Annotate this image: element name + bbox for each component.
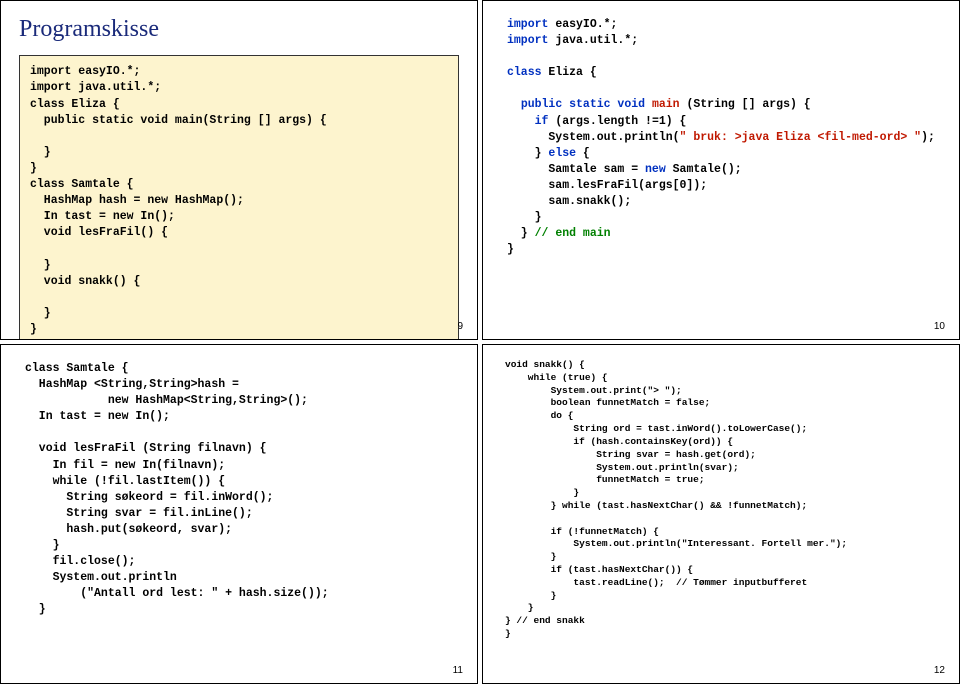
- code-block: class Samtale { HashMap <String,String>h…: [19, 355, 459, 619]
- code-box: import easyIO.*; import java.util.*; cla…: [19, 55, 459, 340]
- slide-title: Programskisse: [19, 13, 459, 45]
- slide-12: void snakk() { while (true) { System.out…: [482, 344, 960, 684]
- page-number: 9: [457, 320, 463, 334]
- slide-10: import easyIO.*; import java.util.*; cla…: [482, 0, 960, 340]
- page-number: 11: [453, 664, 463, 678]
- slide-11: class Samtale { HashMap <String,String>h…: [0, 344, 478, 684]
- page-number: 10: [934, 320, 945, 334]
- page-number: 12: [934, 664, 945, 678]
- slide-9: Programskisse import easyIO.*; import ja…: [0, 0, 478, 340]
- code-block: void snakk() { while (true) { System.out…: [501, 355, 941, 641]
- code-block: import easyIO.*; import java.util.*; cla…: [501, 11, 941, 258]
